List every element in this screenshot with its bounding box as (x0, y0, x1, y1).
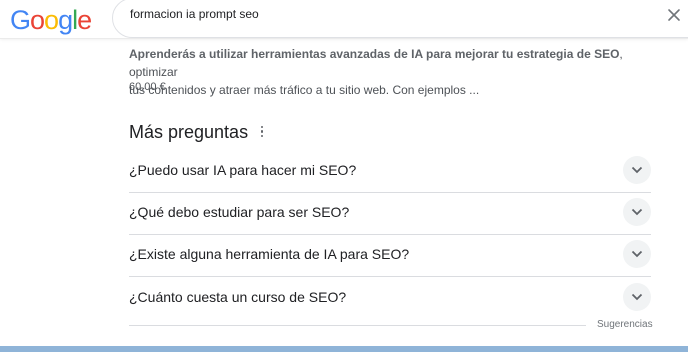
question-text: ¿Existe alguna herramienta de IA para SE… (129, 246, 410, 262)
paa-question[interactable]: ¿Cuánto cuesta un curso de SEO? (129, 277, 651, 319)
more-options-icon[interactable] (259, 126, 265, 140)
chevron-down-icon[interactable] (623, 198, 651, 226)
divider (129, 325, 586, 326)
chevron-down-icon[interactable] (623, 240, 651, 268)
logo-letter: G (10, 5, 31, 35)
result-snippet: Aprenderás a utilizar herramientas avanz… (129, 45, 649, 99)
logo-letter: o (30, 5, 45, 35)
paa-question[interactable]: ¿Existe alguna herramienta de IA para SE… (129, 234, 651, 277)
question-text: ¿Qué debo estudiar para ser SEO? (129, 204, 350, 220)
logo-letter: e (77, 5, 92, 35)
chevron-down-icon[interactable] (623, 283, 651, 311)
question-text: ¿Cuánto cuesta un curso de SEO? (129, 289, 347, 305)
question-text: ¿Puedo usar IA para hacer mi SEO? (129, 162, 357, 178)
snippet-bold: Aprenderás a utilizar herramientas avanz… (129, 47, 620, 61)
feedback-link[interactable]: Sugerencias (597, 319, 653, 330)
price-label: 60,00 € (129, 81, 166, 93)
search-box[interactable] (112, 0, 688, 38)
snippet-text: tus contenidos y atraer más tráfico a tu… (129, 83, 480, 97)
close-icon[interactable] (667, 8, 681, 22)
paa-question[interactable]: ¿Puedo usar IA para hacer mi SEO? (129, 150, 651, 193)
header: Google (0, 0, 688, 39)
paa-question[interactable]: ¿Qué debo estudiar para ser SEO? (129, 192, 651, 235)
logo-letter: g (58, 5, 73, 35)
logo-letter: o (44, 5, 59, 35)
google-logo[interactable]: Google (10, 4, 92, 36)
search-input[interactable] (130, 7, 630, 21)
paa-title: Más preguntas (129, 122, 249, 142)
bottom-bar (0, 346, 688, 352)
chevron-down-icon[interactable] (623, 156, 651, 184)
